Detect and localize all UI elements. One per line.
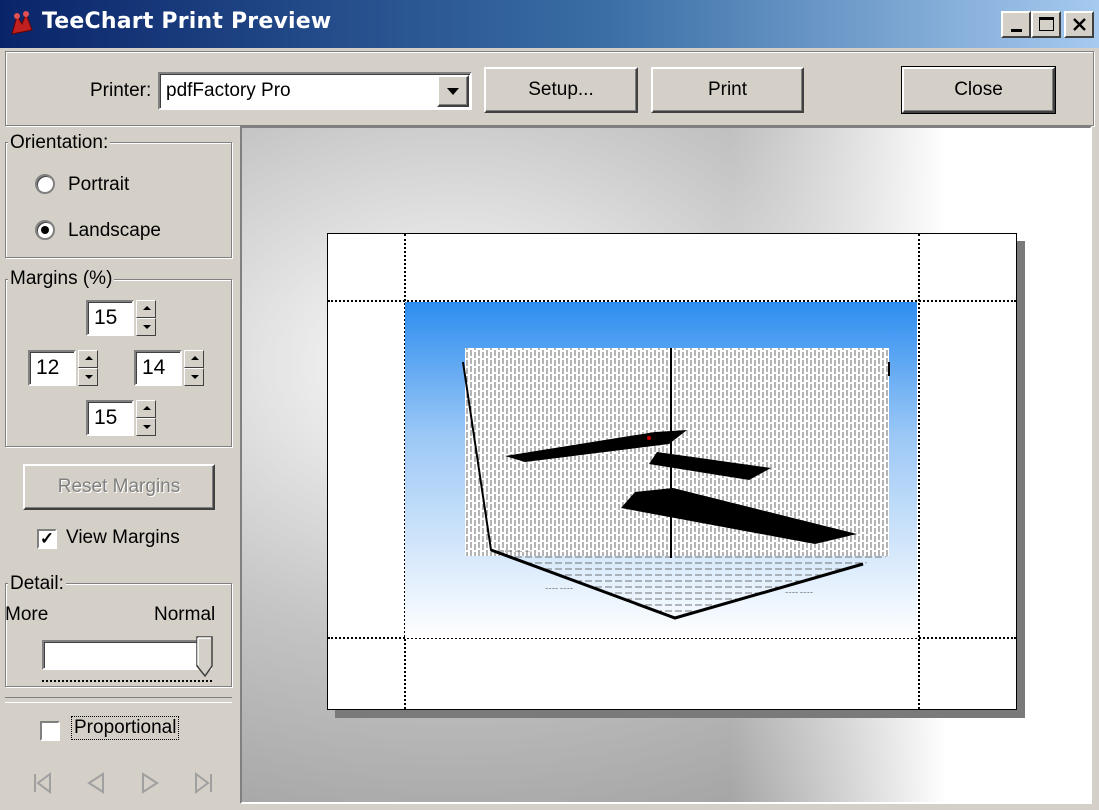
previous-page-icon[interactable] — [85, 772, 107, 794]
svg-text:~~~~ ~~~~: ~~~~ ~~~~ — [545, 586, 573, 591]
printer-dropdown-button[interactable] — [437, 75, 469, 107]
right-margin-line[interactable] — [918, 234, 920, 709]
detail-max-label: Normal — [154, 604, 216, 625]
arrow-up-icon — [191, 356, 199, 360]
print-button[interactable]: Print — [651, 67, 804, 113]
detail-label: Detail: — [8, 573, 66, 595]
spin-up-button[interactable] — [136, 400, 156, 418]
right-margin-spinner[interactable] — [184, 350, 204, 386]
bottom-margin-input[interactable]: 15 — [86, 400, 134, 436]
arrow-up-icon — [85, 356, 93, 360]
spin-down-button[interactable] — [78, 368, 98, 386]
view-margins-checkbox[interactable]: ✓ — [37, 529, 57, 549]
spin-up-button[interactable] — [78, 350, 98, 368]
arrow-up-icon — [143, 406, 151, 410]
close-button[interactable]: Close — [901, 66, 1056, 114]
landscape-label[interactable]: Landscape — [68, 220, 161, 242]
detail-min-label: More — [5, 604, 49, 625]
detail-slider-thumb[interactable] — [196, 636, 214, 678]
arrow-down-icon — [143, 425, 151, 429]
view-margins-label[interactable]: View Margins — [66, 527, 180, 549]
portrait-radio[interactable] — [35, 174, 55, 194]
bottom-margin-spinner[interactable] — [136, 400, 156, 436]
reset-margins-button[interactable]: Reset Margins — [23, 464, 215, 510]
minimize-button[interactable] — [1001, 11, 1031, 38]
first-page-icon[interactable] — [32, 772, 54, 794]
arrow-down-icon — [143, 325, 151, 329]
close-button-label: Close — [954, 79, 1003, 100]
minimize-icon — [1011, 29, 1022, 32]
radio-selected-dot — [41, 226, 49, 234]
setup-button-label: Setup... — [528, 79, 594, 100]
slider-ticks — [42, 676, 212, 682]
setup-button[interactable]: Setup... — [484, 67, 638, 113]
top-margin-input[interactable]: 15 — [86, 300, 134, 336]
right-margin-input[interactable]: 14 — [134, 350, 182, 386]
left-margin-spinner[interactable] — [78, 350, 98, 386]
top-margin-spinner[interactable] — [136, 300, 156, 336]
reset-margins-label: Reset Margins — [57, 476, 181, 497]
chevron-down-icon — [447, 88, 459, 95]
detail-slider-track[interactable] — [42, 640, 212, 670]
window-title: TeeChart Print Preview — [42, 9, 332, 34]
proportional-checkbox[interactable] — [40, 721, 60, 741]
spin-up-button[interactable] — [136, 300, 156, 318]
margins-label: Margins (%) — [8, 268, 115, 290]
orientation-label: Orientation: — [8, 132, 111, 154]
printer-value: pdfFactory Pro — [166, 80, 291, 101]
close-icon — [1073, 18, 1086, 31]
spin-down-button[interactable] — [184, 368, 204, 386]
arrow-down-icon — [85, 375, 93, 379]
chart-3d-preview-image: ~~~~ ~~~~ ~~~~ ~~~~ — [462, 348, 890, 620]
spin-down-button[interactable] — [136, 418, 156, 436]
proportional-label[interactable]: Proportional — [70, 716, 180, 740]
portrait-label[interactable]: Portrait — [68, 174, 129, 196]
left-margin-input[interactable]: 12 — [28, 350, 76, 386]
separator — [5, 697, 232, 702]
next-page-icon[interactable] — [139, 772, 161, 794]
last-page-icon[interactable] — [192, 772, 214, 794]
maximize-icon — [1039, 17, 1054, 31]
arrow-down-icon — [191, 375, 199, 379]
close-window-button[interactable] — [1064, 11, 1094, 38]
print-button-label: Print — [707, 79, 748, 100]
svg-text:~~~~ ~~~~: ~~~~ ~~~~ — [785, 590, 813, 595]
printer-label: Printer: — [90, 80, 152, 101]
spin-down-button[interactable] — [136, 318, 156, 336]
maximize-button[interactable] — [1031, 11, 1061, 38]
teechart-app-icon — [11, 11, 33, 35]
chart-preview: ~~~~ ~~~~ ~~~~ ~~~~ — [405, 302, 917, 638]
landscape-radio[interactable] — [35, 220, 55, 240]
spin-up-button[interactable] — [184, 350, 204, 368]
arrow-up-icon — [143, 306, 151, 310]
